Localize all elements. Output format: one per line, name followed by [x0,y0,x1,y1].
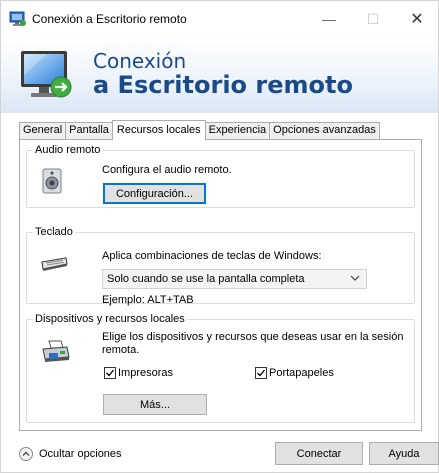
chevron-up-icon [22,451,30,456]
tab-strip: General Pantalla Recursos locales Experi… [19,120,380,140]
hide-options-label: Ocultar opciones [39,448,122,460]
tab-recursos-locales[interactable]: Recursos locales [111,120,206,140]
clipboard-checkbox-box[interactable] [255,367,267,379]
devices-description-line1: Elige los dispositivos y recursos que de… [102,331,404,343]
minimize-icon: — [322,11,336,27]
audio-configure-button[interactable]: Configuración... [103,183,206,204]
tab-pantalla[interactable]: Pantalla [65,122,113,139]
tab-experiencia[interactable]: Experiencia [204,122,271,139]
group-legend-devices: Dispositivos y recursos locales [35,313,185,325]
remote-desktop-app-icon [9,11,26,26]
group-remote-audio: Audio remoto Configura el audio remoto. … [26,144,415,208]
close-icon: ✕ [410,11,424,28]
banner-title-line1: Conexión [93,49,187,73]
devices-description-line2: remota. [102,344,140,356]
remote-desktop-monitor-icon [21,51,72,98]
chevron-down-icon [350,275,360,281]
audio-description: Configura el audio remoto. [102,164,232,176]
group-legend-keyboard: Teclado [35,226,73,238]
banner-title-line2: a Escritorio remoto [93,71,353,99]
connect-button[interactable]: Conectar [275,442,363,465]
printers-checkbox[interactable]: Impresoras [104,367,173,379]
hide-options-toggle[interactable]: Ocultar opciones [19,447,122,461]
minimize-button[interactable]: — [307,5,351,33]
group-legend-audio: Audio remoto [35,144,101,156]
speaker-icon [42,168,62,194]
more-devices-button[interactable]: Más... [103,394,207,415]
checkmark-icon [257,369,266,377]
maximize-button[interactable]: ☐ [351,5,395,33]
tab-general[interactable]: General [19,122,67,139]
keyboard-icon [41,257,68,271]
header-banner: Conexión a Escritorio remoto [1,37,438,113]
remote-desktop-window: Conexión a Escritorio remoto — ☐ ✕ Conex… [0,0,439,473]
group-local-devices: Dispositivos y recursos locales Elige lo… [26,313,415,423]
title-bar: Conexión a Escritorio remoto — ☐ ✕ [1,1,438,37]
clipboard-checkbox[interactable]: Portapapeles [255,367,334,379]
maximize-icon: ☐ [366,10,380,27]
printers-checkbox-box[interactable] [104,367,116,379]
group-keyboard: Teclado Aplica combinaciones de teclas d… [26,226,415,306]
close-button[interactable]: ✕ [395,5,439,33]
keyboard-example: Ejemplo: ALT+TAB [102,294,194,306]
hide-options-circle[interactable] [19,447,33,461]
checkmark-icon [106,369,115,377]
clipboard-label: Portapapeles [269,367,334,379]
printer-icon [42,340,70,362]
tab-panel-local-resources: Audio remoto Configura el audio remoto. … [19,139,422,431]
tab-opciones-avanzadas[interactable]: Opciones avanzadas [269,122,380,139]
printers-label: Impresoras [118,367,174,379]
help-button[interactable]: Ayuda [369,442,439,465]
keyboard-description: Aplica combinaciones de teclas de Window… [102,250,322,262]
keyboard-combination-select[interactable]: Solo cuando se use la pantalla completa [102,269,367,289]
window-title: Conexión a Escritorio remoto [32,12,187,26]
keyboard-select-value: Solo cuando se use la pantalla completa [107,273,305,285]
